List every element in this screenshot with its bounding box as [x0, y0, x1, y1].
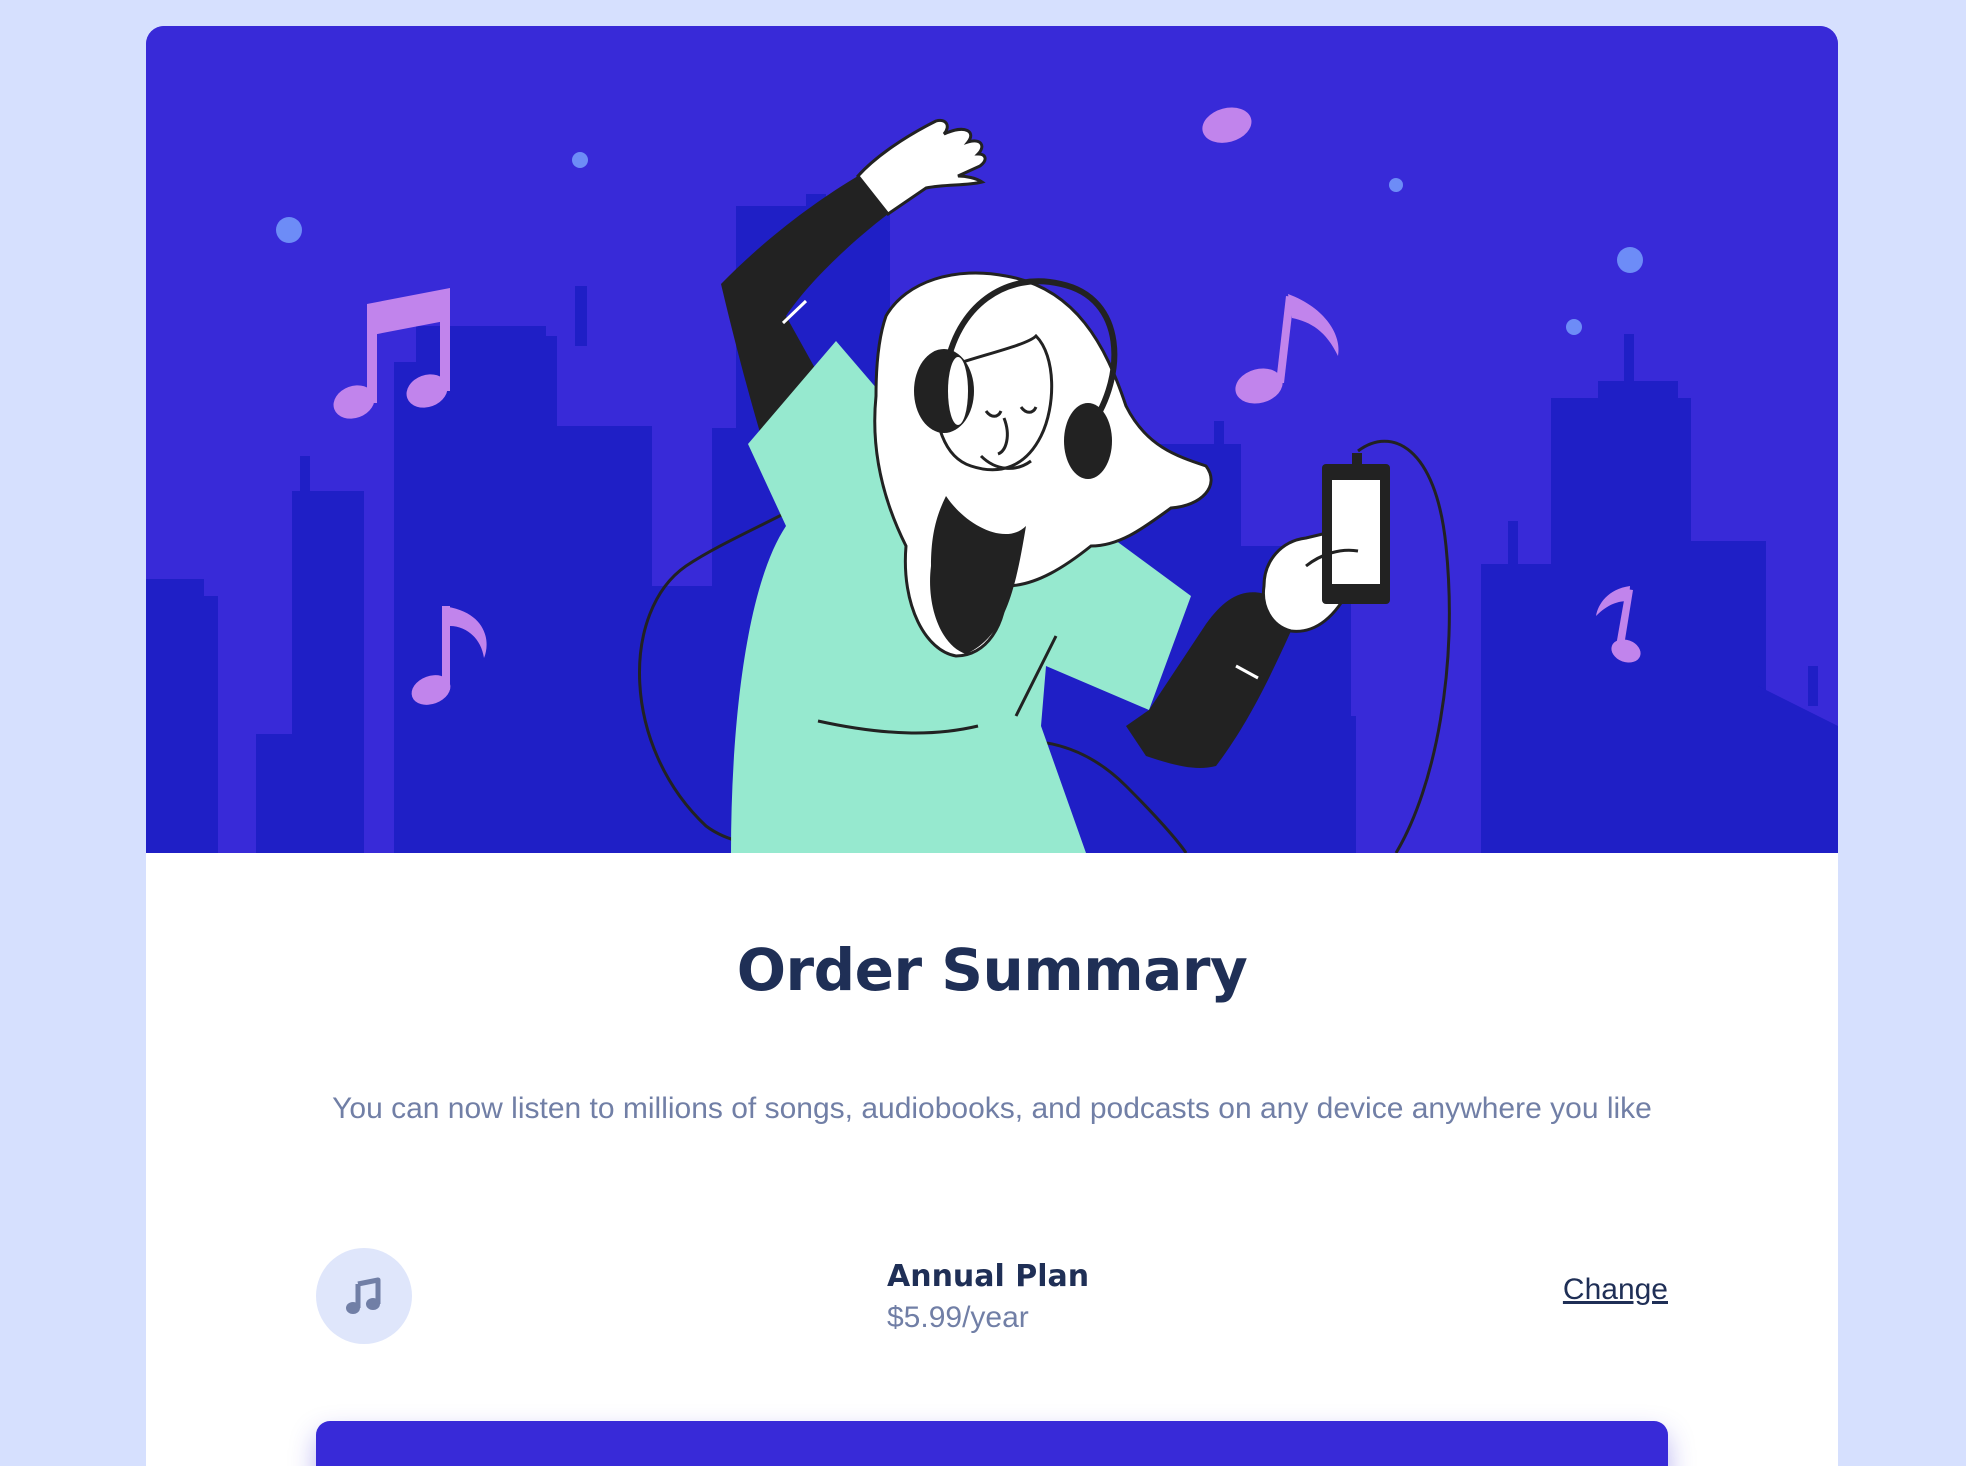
summary-description: You can now listen to millions of songs,…	[332, 1092, 1652, 1125]
page-title: Order Summary	[736, 936, 1248, 1004]
plan-icon-circle	[316, 1248, 412, 1344]
plan-row: Annual Plan $5.99/year Change	[316, 1248, 1668, 1344]
plan-name: Annual Plan	[887, 1259, 1090, 1294]
plan-details: Annual Plan $5.99/year	[887, 1256, 1089, 1338]
plan-price: $5.99/year	[887, 1301, 1029, 1334]
proceed-to-payment-button[interactable]	[316, 1421, 1668, 1466]
hero-illustration	[146, 26, 1838, 853]
music-note-icon	[346, 1277, 381, 1314]
change-plan-link[interactable]: Change	[1563, 1273, 1668, 1307]
person-listening-music-illustration	[146, 26, 1838, 853]
order-summary-card: Order Summary You can now listen to mill…	[146, 26, 1838, 1466]
